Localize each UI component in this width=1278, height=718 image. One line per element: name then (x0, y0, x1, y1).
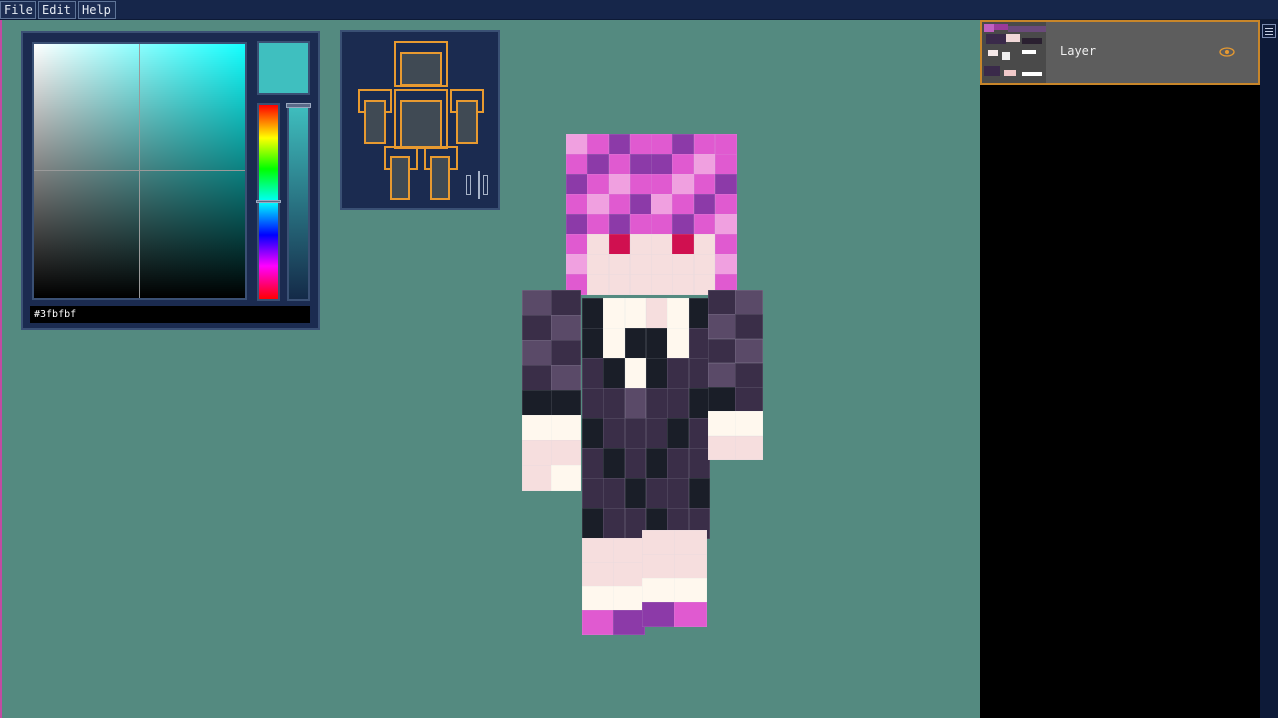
viewport-edge (0, 20, 2, 718)
model-torso[interactable] (582, 298, 711, 539)
color-picker-panel (21, 31, 320, 330)
layer-item[interactable]: Layer (980, 20, 1260, 85)
part-left-leg[interactable] (430, 156, 450, 200)
menu-bar: File Edit Help (0, 0, 1278, 20)
skin-model[interactable] (502, 110, 782, 640)
saturation-value-picker[interactable] (32, 42, 247, 300)
brightness-slider[interactable] (286, 103, 311, 301)
layer-name: Layer (1060, 44, 1097, 58)
menu-edit[interactable]: Edit (38, 1, 76, 19)
sv-crosshair-vertical (139, 44, 140, 298)
part-torso[interactable] (400, 100, 442, 148)
eye-icon[interactable] (1219, 47, 1235, 57)
brightness-slider-handle[interactable] (286, 103, 311, 108)
model-right-arm[interactable] (522, 290, 581, 491)
sv-crosshair-horizontal (34, 170, 245, 171)
part-head[interactable] (400, 52, 442, 86)
hamburger-icon[interactable] (1262, 24, 1276, 38)
part-left-arm[interactable] (456, 100, 478, 144)
part-right-arm[interactable] (364, 100, 386, 144)
layer-thumbnail (982, 22, 1046, 83)
hue-slider-handle[interactable] (256, 200, 281, 203)
menu-file[interactable]: File (0, 1, 36, 19)
current-color-swatch (257, 41, 310, 95)
hex-color-input[interactable] (30, 306, 310, 323)
layer-panel: Layer (980, 20, 1260, 718)
menu-help[interactable]: Help (78, 1, 116, 19)
body-part-selector (340, 30, 500, 210)
panel-scrollbar[interactable] (1260, 20, 1278, 718)
hue-slider[interactable] (256, 103, 281, 301)
model-head[interactable] (566, 134, 737, 295)
model-right-leg[interactable] (582, 538, 645, 635)
mirror-icon[interactable] (466, 171, 492, 199)
model-left-arm[interactable] (708, 290, 763, 461)
part-right-leg[interactable] (390, 156, 410, 200)
model-left-leg[interactable] (642, 530, 707, 627)
